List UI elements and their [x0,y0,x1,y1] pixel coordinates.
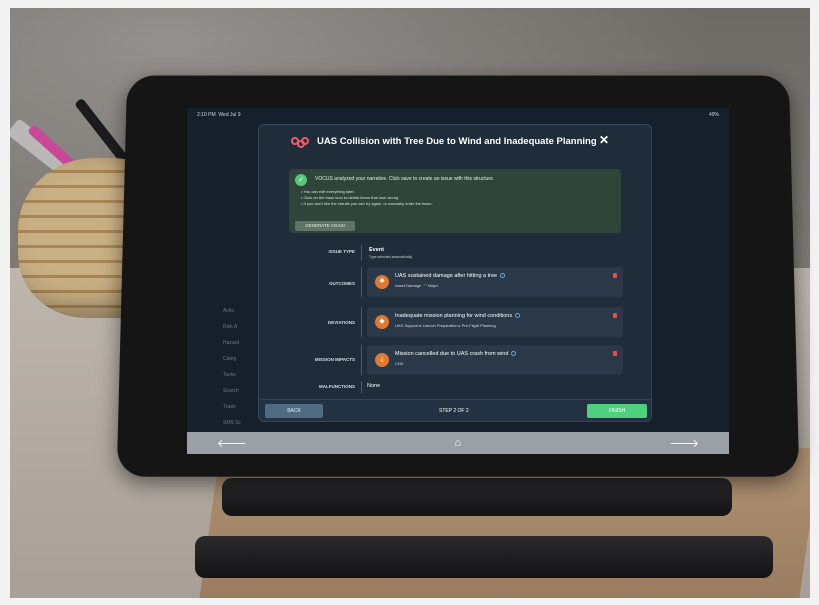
issue-modal: UAS Collision with Tree Due to Wind and … [258,124,652,422]
deviation-card[interactable]: ◆ Inadequate mission planning for wind c… [367,307,623,337]
trash-icon[interactable] [613,313,617,318]
check-icon: ✓ [295,174,307,186]
info-icon [511,351,517,357]
divider [361,381,362,393]
status-time: 2:10 PM [197,112,216,118]
leather-strap-bottom [195,536,773,578]
step-indicator: STEP 2 OF 2 [439,408,469,414]
outcome-title: UAS sustained damage after hitting a tre… [395,273,506,279]
modal-title: UAS Collision with Tree Due to Wind and … [317,136,597,147]
generate-again-button[interactable]: GENERATE AGAIN [295,221,355,231]
forward-arrow-icon[interactable]: 🡒 [670,436,700,450]
bg-item[interactable]: Tasks [223,372,241,378]
status-bar: 2:10 PM Wed Jul 9 49% [187,108,729,122]
issue-type-value[interactable]: Event [369,247,384,253]
divider [361,345,362,375]
mission-impacts-label: MISSION IMPACTS [314,357,355,362]
battery-level: 49% [708,112,719,118]
notice-bullets: • You can edit everything later. • Click… [301,189,433,207]
asset-damage-icon: ✸ [375,275,389,289]
severity-gauge-icon: ◠ [423,283,427,288]
status-date: Wed Jul 9 [218,112,241,118]
notice-bullet: • If you don't like the results you can … [301,201,433,206]
malfunctions-label: MALFUNCTIONS [319,384,355,389]
trash-icon[interactable] [613,273,617,278]
issue-type-sub: Type selected automatically. [369,255,413,259]
mission-impact-sub: CNX [395,361,404,366]
modal-header: UAS Collision with Tree Due to Wind and … [259,125,651,161]
deviation-path: UAS Support ▸ Launch Preparation ▸ Pre-F… [395,323,496,328]
divider [361,307,362,337]
bg-item[interactable]: Actio [223,308,241,314]
home-icon[interactable]: ⌂ [455,437,462,449]
background-menu: Actio Risk A Hazard Categ Tasks Search T… [223,308,241,436]
deviation-icon: ◆ [375,315,389,329]
close-icon[interactable]: ✕ [599,133,609,147]
browser-nav-bar: 🡐 ⌂ 🡒 [187,432,729,454]
modal-footer: BACK STEP 2 OF 2 FINISH [259,399,651,421]
issue-type-label: ISSUE TYPE [328,249,355,254]
trash-icon[interactable] [613,351,617,356]
bg-item[interactable]: Hazard [223,340,241,346]
bg-item[interactable]: Categ [223,356,241,362]
bg-item[interactable]: Search [223,388,241,394]
outcome-sub: Asset Damage ◠ Major [395,283,439,288]
finish-button[interactable]: FINISH [587,404,647,418]
back-arrow-icon[interactable]: 🡐 [217,436,247,450]
analysis-notice: ✓ VOCUS analyzed your narrative. Click s… [289,169,621,233]
vocus-logo-icon [291,137,309,149]
mission-impact-title: Mission cancelled due to UAS crash from … [395,351,517,357]
deviations-label: DEVIATIONS [327,320,355,325]
outcomes-label: OUTCOMES [328,281,355,286]
back-button[interactable]: BACK [265,404,323,418]
malfunctions-value: None [367,383,381,389]
mission-impact-card[interactable]: ⤓ Mission cancelled due to UAS crash fro… [367,345,623,375]
deviation-title: Inadequate mission planning for wind con… [395,313,521,319]
bg-item[interactable]: SMS Sc [223,420,241,426]
bg-item[interactable]: Risk A [223,324,241,330]
leather-strap-top [222,478,732,516]
divider [361,267,362,297]
notice-heading: VOCUS analyzed your narrative. Click sav… [315,176,495,182]
info-icon [515,313,521,319]
impact-icon: ⤓ [375,353,389,367]
divider [361,245,362,261]
bg-item[interactable]: Trash [223,404,241,410]
outcome-card[interactable]: ✸ UAS sustained damage after hitting a t… [367,267,623,297]
info-icon [500,273,506,279]
